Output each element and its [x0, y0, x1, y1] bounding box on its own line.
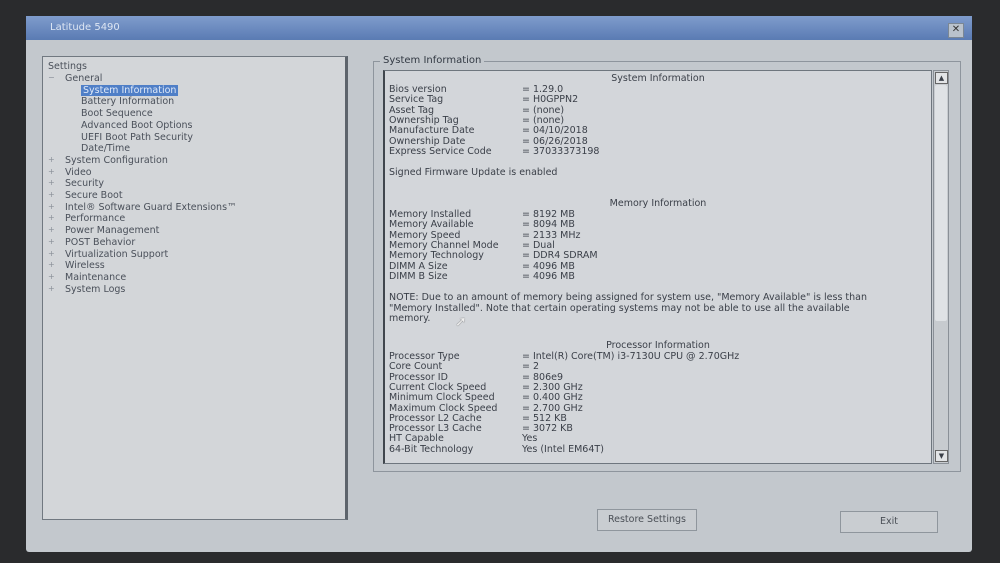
- expand-icon[interactable]: +: [48, 178, 55, 187]
- scrollbar[interactable]: ▲ ▼: [933, 70, 949, 464]
- settings-tree: Settings − General System Information Batte…: [42, 56, 348, 520]
- row-value: = Intel(R) Core(TM) i3-7130U CPU @ 2.70G…: [522, 351, 740, 362]
- tree-item[interactable]: Secure Boot: [65, 190, 123, 201]
- row-label: Express Service Code: [389, 145, 492, 157]
- tree-item[interactable]: Security: [65, 178, 104, 189]
- tree-item[interactable]: POST Behavior: [65, 237, 135, 248]
- row-label: DIMM B Size: [389, 270, 448, 282]
- firmware-note: Signed Firmware Update is enabled: [389, 167, 558, 178]
- expand-icon[interactable]: +: [48, 272, 55, 281]
- row-value: = 37033373198: [522, 145, 600, 157]
- expand-icon[interactable]: +: [48, 284, 55, 293]
- window-title: Latitude 5490: [50, 22, 120, 33]
- expand-icon[interactable]: +: [48, 190, 55, 199]
- scroll-thumb[interactable]: [935, 85, 947, 321]
- processor-row: 64-Bit Technology Yes (Intel EM64T): [389, 443, 604, 455]
- tree-item[interactable]: Intel® Software Guard Extensions™: [65, 202, 237, 213]
- expand-icon[interactable]: +: [48, 225, 55, 234]
- scroll-down-button[interactable]: ▼: [935, 450, 948, 462]
- collapse-icon[interactable]: −: [48, 73, 55, 82]
- expand-icon[interactable]: +: [48, 249, 55, 258]
- tree-item[interactable]: Performance: [65, 213, 125, 224]
- expand-icon[interactable]: +: [48, 260, 55, 269]
- tree-item[interactable]: General: [65, 73, 102, 84]
- mouse-cursor-icon: ➚: [455, 314, 467, 330]
- processor-header: Processor Information: [606, 340, 710, 351]
- exit-button[interactable]: Exit: [840, 511, 938, 533]
- memory-header: Memory Information: [609, 198, 707, 209]
- system-row: Express Service Code = 37033373198: [389, 145, 599, 157]
- expand-icon[interactable]: +: [48, 213, 55, 222]
- row-label: 64-Bit Technology: [389, 443, 474, 455]
- restore-settings-button[interactable]: Restore Settings: [597, 509, 697, 531]
- info-content: System Information Bios version = 1.29.0 Se…: [383, 70, 932, 464]
- group-label: System Information: [380, 55, 485, 66]
- tree-item[interactable]: Boot Sequence: [81, 108, 153, 119]
- expand-icon[interactable]: +: [48, 202, 55, 211]
- tree-item[interactable]: Battery Information: [81, 96, 174, 107]
- tree-item[interactable]: System Logs: [65, 284, 125, 295]
- row-value: = 4096 MB: [522, 270, 575, 282]
- tree-item[interactable]: Video: [65, 167, 92, 178]
- tree-item[interactable]: Date/Time: [81, 143, 130, 154]
- tree-item[interactable]: Virtualization Support: [65, 249, 168, 260]
- title-bar: Latitude 5490 ✕: [26, 16, 972, 40]
- tree-item[interactable]: UEFI Boot Path Security: [81, 132, 193, 143]
- tree-item[interactable]: Power Management: [65, 225, 159, 236]
- tree-item[interactable]: Wireless: [65, 260, 105, 271]
- scroll-up-button[interactable]: ▲: [935, 72, 948, 84]
- expand-icon[interactable]: +: [48, 167, 55, 176]
- row-value: Yes (Intel EM64T): [522, 443, 604, 455]
- system-header: System Information: [611, 73, 705, 84]
- memory-row: DIMM B Size = 4096 MB: [389, 270, 575, 282]
- tree-item[interactable]: System Configuration: [65, 155, 168, 166]
- tree-item[interactable]: System Information: [81, 84, 179, 96]
- tree-root-settings[interactable]: Settings: [48, 61, 87, 72]
- bios-screen: Latitude 5490 ✕ Settings − General System …: [26, 16, 972, 552]
- tree-item[interactable]: Maintenance: [65, 272, 126, 283]
- expand-icon[interactable]: +: [48, 155, 55, 164]
- expand-icon[interactable]: +: [48, 237, 55, 246]
- close-button[interactable]: ✕: [948, 23, 964, 38]
- tree-item[interactable]: Advanced Boot Options: [81, 120, 193, 131]
